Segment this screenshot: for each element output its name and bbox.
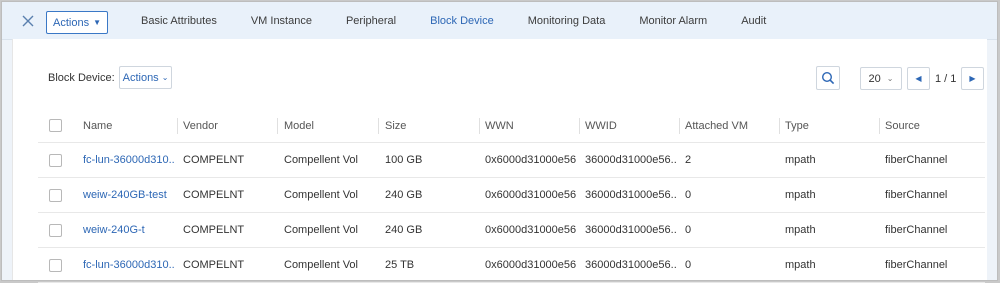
table-row[interactable]: fc-lun-36000d310... COMPELNT Compellent … — [38, 248, 985, 283]
row-source: fiberChannel — [885, 259, 948, 271]
column-header-attached-vm[interactable]: Attached VM — [685, 109, 777, 142]
column-header-name[interactable]: Name — [83, 109, 175, 142]
tab-audit[interactable]: Audit — [724, 2, 783, 40]
table-row[interactable]: fc-lun-36000d310... COMPELNT Compellent … — [38, 143, 985, 178]
table-row[interactable]: weiw-240G-t COMPELNT Compellent Vol 240 … — [38, 213, 985, 248]
tab-vm-instance[interactable]: VM Instance — [234, 2, 329, 40]
caret-right-icon: ▶ — [969, 74, 976, 83]
row-model: Compellent Vol — [284, 154, 358, 166]
row-wwn: 0x6000d31000e56... — [485, 189, 577, 201]
actions-label: Actions — [53, 16, 90, 29]
search-icon — [821, 71, 835, 85]
row-source: fiberChannel — [885, 154, 948, 166]
row-model: Compellent Vol — [284, 224, 358, 236]
row-size: 100 GB — [385, 154, 423, 166]
row-attached-vm: 2 — [685, 154, 692, 166]
row-attached-vm: 0 — [685, 259, 692, 271]
row-source: fiberChannel — [885, 189, 948, 201]
detail-window: Actions ▼ Basic Attributes VM Instance P… — [1, 1, 998, 283]
row-type: mpath — [785, 259, 816, 271]
row-checkbox[interactable] — [49, 223, 62, 237]
row-wwid: 36000d31000e56... — [585, 224, 677, 236]
column-header-wwid[interactable]: WWID — [585, 109, 677, 142]
tab-basic-attributes[interactable]: Basic Attributes — [124, 2, 234, 40]
search-button[interactable] — [816, 66, 840, 90]
column-header-type[interactable]: Type — [785, 109, 877, 142]
row-type: mpath — [785, 189, 816, 201]
page-size-value: 20 — [868, 72, 881, 85]
row-vendor: COMPELNT — [183, 154, 245, 166]
row-vendor: COMPELNT — [183, 224, 245, 236]
actions-dropdown-button[interactable]: Actions ▼ — [46, 11, 108, 34]
next-page-button[interactable]: ▶ — [961, 67, 984, 90]
chevron-down-icon: ⌄ — [161, 73, 169, 82]
row-wwn: 0x6000d31000e56... — [485, 224, 577, 236]
row-size: 240 GB — [385, 224, 423, 236]
select-all-checkbox[interactable] — [49, 119, 62, 132]
column-header-wwn[interactable]: WWN — [485, 109, 577, 142]
row-checkbox[interactable] — [49, 258, 62, 272]
row-name-link[interactable]: fc-lun-36000d310... — [83, 143, 175, 177]
row-wwid: 36000d31000e56... — [585, 259, 677, 271]
column-header-source[interactable]: Source — [885, 109, 985, 142]
close-icon[interactable] — [20, 13, 36, 29]
row-checkbox[interactable] — [49, 188, 62, 202]
tab-list: Basic Attributes VM Instance Peripheral … — [124, 2, 783, 41]
row-wwid: 36000d31000e56... — [585, 154, 677, 166]
tab-block-device[interactable]: Block Device — [413, 2, 511, 41]
row-source: fiberChannel — [885, 224, 948, 236]
chevron-down-icon: ▼ — [93, 18, 101, 27]
table-row[interactable]: weiw-240GB-test COMPELNT Compellent Vol … — [38, 178, 985, 213]
table-header-row: Name Vendor Model Size WWN WWID Attached… — [38, 109, 985, 143]
block-device-actions-button[interactable]: Actions ⌄ — [119, 66, 172, 89]
row-type: mpath — [785, 224, 816, 236]
row-model: Compellent Vol — [284, 259, 358, 271]
block-device-table: Name Vendor Model Size WWN WWID Attached… — [38, 109, 985, 283]
block-device-actions-label: Actions — [122, 71, 159, 84]
row-type: mpath — [785, 154, 816, 166]
row-model: Compellent Vol — [284, 189, 358, 201]
row-attached-vm: 0 — [685, 224, 692, 236]
page-indicator: 1 / 1 — [935, 73, 957, 85]
row-name-link[interactable]: weiw-240GB-test — [83, 178, 175, 212]
row-vendor: COMPELNT — [183, 259, 245, 271]
row-name-link[interactable]: weiw-240G-t — [83, 213, 175, 247]
row-vendor: COMPELNT — [183, 189, 245, 201]
block-device-label: Block Device: — [48, 72, 115, 84]
caret-left-icon: ◀ — [915, 74, 922, 83]
tab-monitoring-data[interactable]: Monitoring Data — [511, 2, 623, 40]
tab-peripheral[interactable]: Peripheral — [329, 2, 413, 40]
page-size-select[interactable]: 20 ⌄ — [860, 67, 902, 90]
row-wwn: 0x6000d31000e56... — [485, 154, 577, 166]
block-device-panel: Block Device: Actions ⌄ 20 ⌄ ◀ 1 / 1 ▶ N… — [12, 39, 987, 283]
row-wwid: 36000d31000e56... — [585, 189, 677, 201]
row-name-link[interactable]: fc-lun-36000d310... — [83, 248, 175, 282]
tab-monitor-alarm[interactable]: Monitor Alarm — [622, 2, 724, 40]
row-size: 25 TB — [385, 259, 415, 271]
row-checkbox[interactable] — [49, 153, 62, 167]
row-size: 240 GB — [385, 189, 423, 201]
column-header-vendor[interactable]: Vendor — [183, 109, 273, 142]
chevron-down-icon: ⌄ — [886, 74, 894, 83]
row-wwn: 0x6000d31000e56... — [485, 259, 577, 271]
column-header-size[interactable]: Size — [385, 109, 477, 142]
row-attached-vm: 0 — [685, 189, 692, 201]
detail-tab-bar: Actions ▼ Basic Attributes VM Instance P… — [2, 2, 997, 41]
column-header-model[interactable]: Model — [284, 109, 376, 142]
prev-page-button[interactable]: ◀ — [907, 67, 930, 90]
